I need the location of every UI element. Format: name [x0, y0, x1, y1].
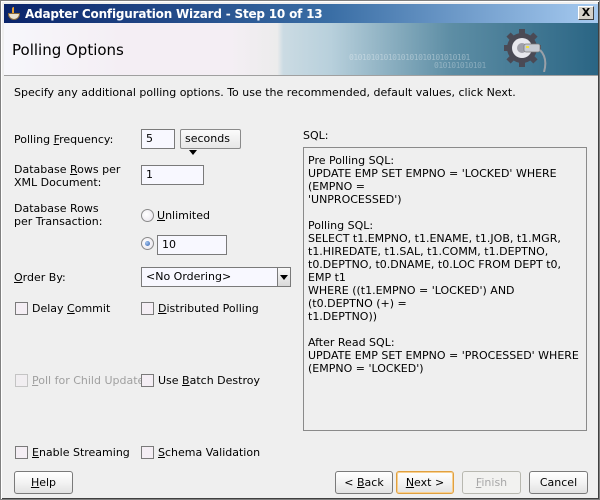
order-by-value: <No Ordering> — [146, 270, 232, 283]
rows-per-xml-input[interactable]: 1 — [141, 165, 204, 185]
poll-child-updates-label: Poll for Child Updates — [32, 374, 151, 387]
banner-binary-decoration-2: 010101010101 — [434, 61, 486, 70]
page-title: Polling Options — [12, 41, 124, 59]
instructions-text: Specify any additional polling options. … — [14, 86, 516, 99]
next-button[interactable]: Next > — [396, 471, 454, 494]
java-cup-icon — [6, 6, 22, 22]
unlimited-radio[interactable] — [141, 209, 154, 222]
finish-button: Finish — [462, 471, 521, 494]
back-button[interactable]: < Back — [335, 471, 393, 494]
delay-commit-label[interactable]: Delay Commit — [32, 302, 110, 315]
polling-unit-value: seconds — [185, 132, 230, 145]
order-by-select[interactable]: <No Ordering> — [141, 267, 291, 287]
distributed-polling-label[interactable]: Distributed Polling — [158, 302, 259, 315]
order-by-dropdown-button[interactable] — [277, 268, 290, 286]
poll-child-updates-checkbox — [15, 374, 28, 387]
polling-frequency-unit-dropdown[interactable]: seconds — [180, 129, 241, 155]
header-banner: Polling Options 010101010101010101010101… — [4, 23, 598, 76]
limit-rows-radio[interactable] — [141, 237, 154, 250]
order-by-label: Order By: — [14, 271, 66, 284]
sql-preview: Pre Polling SQL: UPDATE EMP SET EMPNO = … — [303, 147, 587, 431]
polling-frequency-input[interactable]: 5 — [141, 129, 175, 149]
help-button[interactable]: Help — [14, 471, 73, 494]
distributed-polling-checkbox[interactable] — [141, 302, 154, 315]
window-title: Adapter Configuration Wizard - Step 10 o… — [25, 6, 323, 21]
cancel-button[interactable]: Cancel — [529, 471, 588, 494]
gear-plug-icon — [504, 29, 547, 72]
delay-commit-checkbox[interactable] — [15, 302, 28, 315]
close-button[interactable]: X — [578, 6, 594, 20]
polling-frequency-label: Polling Frequency: — [14, 133, 114, 146]
schema-validation-label[interactable]: Schema Validation — [158, 446, 260, 459]
rows-per-transaction-label: Database Rows per Transaction: — [14, 202, 103, 228]
wizard-window: Adapter Configuration Wizard - Step 10 o… — [0, 0, 600, 500]
sql-label: SQL: — [303, 129, 329, 142]
enable-streaming-checkbox[interactable] — [15, 446, 28, 459]
use-batch-destroy-label[interactable]: Use Batch Destroy — [158, 374, 260, 387]
rows-per-transaction-input[interactable]: 10 — [157, 235, 227, 255]
rows-per-xml-label: Database Rows per XML Document: — [14, 163, 121, 189]
unlimited-radio-label[interactable]: Unlimited — [157, 209, 210, 222]
chevron-down-icon — [189, 149, 197, 155]
use-batch-destroy-checkbox[interactable] — [141, 374, 154, 387]
title-bar[interactable]: Adapter Configuration Wizard - Step 10 o… — [4, 4, 598, 23]
chevron-down-icon — [280, 274, 288, 280]
enable-streaming-label[interactable]: Enable Streaming — [32, 446, 130, 459]
close-icon: X — [581, 6, 591, 19]
schema-validation-checkbox[interactable] — [141, 446, 154, 459]
